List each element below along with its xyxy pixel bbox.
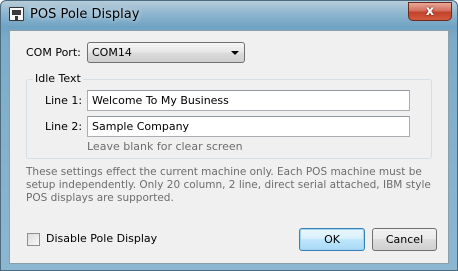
cancel-button[interactable]: Cancel — [372, 228, 437, 251]
line1-label: Line 1: — [45, 94, 83, 107]
line2-input-box[interactable] — [87, 116, 410, 137]
line1-input[interactable] — [88, 91, 409, 110]
monitor-icon — [9, 7, 24, 21]
monitor-screen — [12, 10, 21, 15]
disable-pole-display-label[interactable]: Disable Pole Display — [46, 232, 157, 245]
close-icon: x — [425, 4, 435, 19]
ok-button[interactable]: OK — [299, 228, 365, 251]
clear-screen-hint: Leave blank for clear screen — [87, 140, 243, 153]
line2-label: Line 2: — [45, 120, 83, 133]
com-port-dropdown[interactable]: COM14 — [87, 42, 245, 63]
com-port-value: COM14 — [92, 46, 132, 59]
chevron-down-icon — [231, 51, 239, 55]
window-title: POS Pole Display — [30, 7, 140, 22]
close-button[interactable]: x — [408, 2, 452, 21]
com-port-label: COM Port: — [26, 46, 81, 59]
dialog-body: COM Port: COM14 Idle Text Line 1: Line 2… — [9, 30, 449, 264]
idle-text-group-label: Idle Text — [33, 72, 83, 85]
title-bar[interactable]: POS Pole Display x — [1, 1, 457, 29]
monitor-stand — [15, 16, 18, 20]
line1-input-box[interactable] — [87, 90, 410, 111]
disable-pole-display-checkbox[interactable] — [27, 233, 40, 246]
line2-input[interactable] — [88, 117, 409, 136]
settings-note: These settings effect the current machin… — [26, 166, 431, 204]
dialog-window: POS Pole Display x COM Port: COM14 Idle … — [0, 0, 458, 271]
